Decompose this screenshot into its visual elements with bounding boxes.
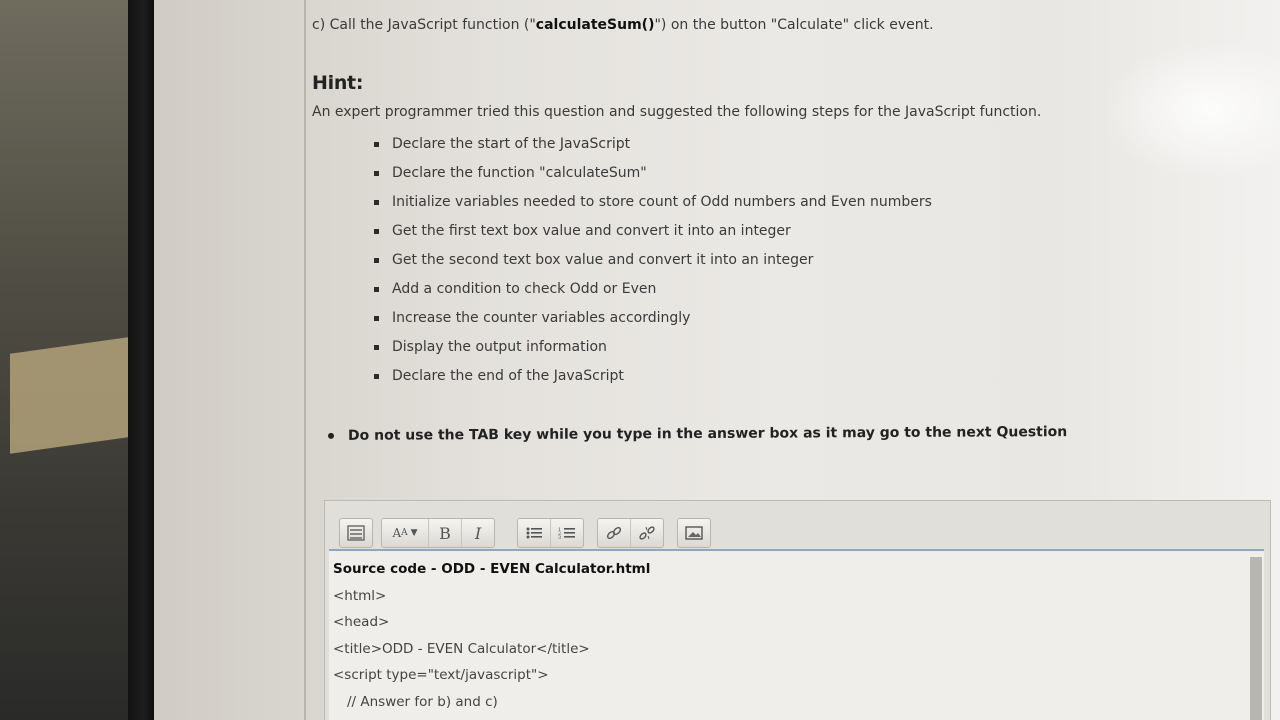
unlink-icon[interactable] (631, 519, 663, 547)
numbered-list-icon[interactable]: 123 (551, 519, 583, 547)
answer-textarea[interactable]: Source code - ODD - EVEN Calculator.html… (329, 549, 1264, 720)
svg-text:3: 3 (558, 535, 561, 540)
tab-key-note: Do not use the TAB key while you type in… (327, 424, 1068, 444)
link-icon[interactable] (598, 519, 631, 547)
left-column (154, 0, 306, 720)
screen-glare (1100, 40, 1280, 180)
answer-code: Source code - ODD - EVEN Calculator.html… (333, 561, 650, 720)
tab-key-note-text: Do not use the TAB key while you type in… (347, 424, 1068, 444)
hint-step: Declare the start of the JavaScript (374, 134, 932, 163)
bullet-dot-icon (327, 432, 335, 439)
editor-scrollbar[interactable] (1250, 557, 1262, 720)
hint-step: Declare the function "calculateSum" (374, 163, 932, 192)
editor-toolbar: A A ▼ B I 123 (325, 501, 1270, 548)
hint-step: Add a condition to check Odd or Even (374, 279, 932, 308)
bold-button[interactable]: B (429, 519, 462, 547)
part-c-function-name: calculateSum() (535, 17, 655, 33)
question-part-c: c) Call the JavaScript function ("calcul… (312, 17, 934, 33)
hint-steps-list: Declare the start of the JavaScript Decl… (374, 134, 932, 395)
toolbar-toggle-icon[interactable] (340, 519, 372, 547)
hint-step: Display the output information (374, 337, 932, 366)
part-c-text-end: ") on the button "Calculate" click event… (654, 17, 934, 33)
code-line: <head> (333, 614, 390, 630)
code-line: // Answer for b) and c) (347, 693, 498, 710)
monitor-bezel (128, 0, 154, 720)
hint-step: Increase the counter variables according… (374, 308, 932, 337)
background-object (10, 336, 135, 454)
hint-heading: Hint: (312, 72, 364, 94)
font-size-label: A (392, 526, 402, 540)
code-line: <html> (333, 587, 387, 604)
hint-step: Get the second text box value and conver… (374, 250, 932, 279)
bullet-list-icon[interactable] (518, 519, 551, 547)
hint-step: Get the first text box value and convert… (374, 221, 932, 250)
toolbar-group-lists: 123 (517, 518, 584, 548)
image-icon[interactable] (678, 519, 710, 547)
toolbar-group-image (677, 518, 711, 548)
hint-intro: An expert programmer tried this question… (312, 104, 1042, 120)
hint-step: Initialize variables needed to store cou… (374, 192, 932, 221)
toolbar-group-links (597, 518, 664, 548)
code-line: Source code - ODD - EVEN Calculator.html (333, 561, 651, 577)
answer-editor: A A ▼ B I 123 Source code - ODD - EVEN C… (324, 500, 1271, 720)
toolbar-group-format: A A ▼ B I (381, 518, 495, 548)
font-size-icon[interactable]: A A ▼ (382, 519, 429, 547)
toolbar-group-toggle (339, 518, 373, 548)
code-line: <title>ODD - EVEN Calculator</title> (333, 640, 590, 657)
monitor-screen: c) Call the JavaScript function ("calcul… (154, 0, 1280, 720)
code-line: <script type="text/javascript"> (333, 667, 549, 683)
part-c-text: c) Call the JavaScript function (" (312, 17, 536, 33)
italic-button[interactable]: I (462, 519, 494, 547)
hint-step: Declare the end of the JavaScript (374, 366, 932, 395)
